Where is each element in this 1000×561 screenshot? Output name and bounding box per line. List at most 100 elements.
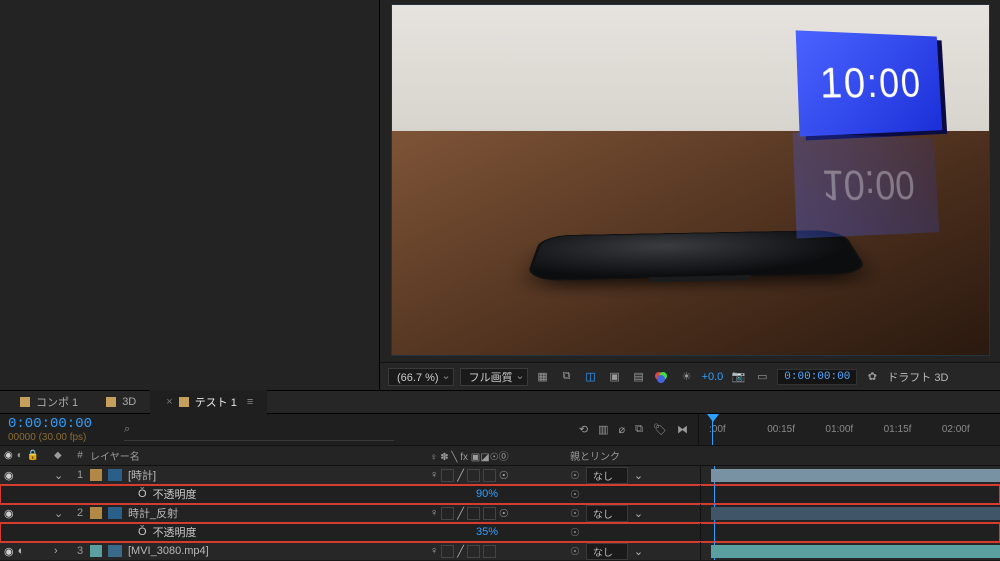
label-color[interactable] (90, 469, 102, 481)
zoom-dropdown[interactable]: (66.7 %) (388, 368, 454, 386)
resolution-dropdown[interactable]: フル画質 (460, 368, 528, 386)
comp-icon (179, 397, 189, 407)
footage-icon (108, 545, 122, 557)
layer-row-1[interactable]: ◉ ⌄ 1 [時計] ♀╱☉ ☉ なし ⌄ (0, 466, 1000, 485)
chevron-down-icon[interactable]: ⌄ (634, 469, 643, 482)
playhead[interactable] (712, 414, 713, 445)
tab-label: コンポ 1 (36, 394, 78, 410)
ruler-tick: 01:00f (825, 424, 883, 435)
ruler-tick: 02:00f (942, 424, 1000, 435)
timeline-header: 0:00:00:00 00000 (30.00 fps) ⌕ ⟲ ▥ ⌀ ⧉ 🏷… (0, 414, 1000, 446)
channel-icon[interactable]: ▤ (630, 370, 648, 383)
show-snapshot-icon[interactable]: ▭ (753, 370, 771, 383)
parent-column: 親とリンク (570, 448, 700, 463)
opacity-value[interactable]: 35% (476, 526, 498, 538)
pickwhip-icon[interactable]: ☉ (570, 545, 580, 558)
chevron-down-icon[interactable]: ⌄ (634, 507, 643, 520)
composition-viewer-panel: 10:00 10:00 (66.7 %) フル画質 ▦ ⧉ ◫ ▣ ▤ ☀ +0… (380, 0, 1000, 390)
opacity-value[interactable]: 90% (476, 488, 498, 500)
audio-toggle[interactable]: ◐ (18, 545, 25, 558)
comp-icon (106, 397, 116, 407)
comp-layer-icon (108, 507, 122, 519)
motion-blur-icon[interactable]: ⌀ (619, 423, 626, 436)
viewer-timecode[interactable]: 0:00:00:00 (777, 369, 857, 385)
exposure-value[interactable]: +0.0 (702, 371, 724, 383)
mask-icon[interactable]: ◫ (582, 370, 600, 383)
time-ruler[interactable]: :00f 00:15f 01:00f 01:15f 02:00f (698, 414, 1000, 445)
pickwhip-icon[interactable]: ☉ (570, 469, 580, 482)
color-mgmt-icon[interactable] (654, 370, 672, 384)
viewer-canvas[interactable]: 10:00 10:00 (380, 0, 1000, 362)
layer-name[interactable]: [MVI_3080.mp4] (128, 545, 209, 557)
tab-menu-icon[interactable]: ≡ (247, 396, 253, 408)
lock-column-icon[interactable]: 🔒 (27, 450, 39, 461)
tab-test1[interactable]: × テスト 1 ≡ (150, 390, 267, 414)
parent-dropdown[interactable]: なし (586, 505, 628, 522)
ruler-tick: 01:15f (884, 424, 942, 435)
shy-icon[interactable]: ⟲ (579, 423, 588, 436)
switches-column: ♀ ✽ ╲ fx ▣◪☉⓪ (430, 448, 570, 463)
label-color[interactable] (90, 507, 102, 519)
comp-layer-icon (108, 469, 122, 481)
close-icon[interactable]: × (166, 396, 172, 408)
chevron-down-icon[interactable]: ⌄ (634, 545, 643, 558)
grid-icon[interactable]: ▦ (534, 370, 552, 383)
frame-fps: 00000 (30.00 fps) (8, 432, 116, 443)
search-icon: ⌕ (124, 423, 130, 436)
visibility-column-icon[interactable]: ◉ (4, 450, 13, 461)
visibility-toggle[interactable]: ◉ (4, 545, 14, 558)
parent-dropdown[interactable]: なし (586, 467, 628, 484)
stopwatch-icon[interactable]: Ŏ (138, 526, 147, 538)
pickwhip-icon[interactable]: ☉ (570, 526, 580, 539)
layer-name-column[interactable]: レイヤー名 (90, 448, 430, 463)
snapshot-icon[interactable]: 📷 (729, 370, 747, 383)
stopwatch-icon[interactable]: Ŏ (138, 488, 147, 500)
layer-search[interactable]: ⌕ (124, 419, 394, 441)
tab-3d[interactable]: 3D (92, 390, 150, 414)
layer-number: 2 (70, 507, 90, 519)
timeline-panel: 0:00:00:00 00000 (30.00 fps) ⌕ ⟲ ▥ ⌀ ⧉ 🏷… (0, 414, 1000, 561)
layer-number: 3 (70, 545, 90, 557)
current-time[interactable]: 0:00:00:00 (8, 416, 116, 432)
layer-row-3[interactable]: ◉◐ › 3 [MVI_3080.mp4] ♀╱ ☉ なし ⌄ (0, 542, 1000, 561)
layer-row-2[interactable]: ◉ ⌄ 2 時計_反射 ♀╱☉ ☉ なし ⌄ (0, 504, 1000, 523)
opacity-property-layer2[interactable]: Ŏ 不透明度 35% ☉ (0, 523, 1000, 542)
graph-editor-icon[interactable]: ⧉ (635, 423, 643, 436)
layer-name[interactable]: 時計_反射 (128, 505, 178, 521)
tab-label: テスト 1 (195, 394, 237, 410)
render-icon[interactable]: ⧓ (677, 423, 688, 436)
column-header: ◉ ◐ 🔒 ◆ # レイヤー名 ♀ ✽ ╲ fx ▣◪☉⓪ 親とリンク (0, 446, 1000, 466)
ruler-tick: 00:15f (767, 424, 825, 435)
project-panel (0, 0, 380, 390)
label-column[interactable]: ◆ (54, 450, 70, 461)
clock-reflection: 10:00 (792, 132, 939, 238)
opacity-property-layer1[interactable]: Ŏ 不透明度 90% ☉ (0, 485, 1000, 504)
tag-icon[interactable]: 🏷 (653, 423, 667, 436)
property-name: 不透明度 (153, 486, 197, 502)
property-name: 不透明度 (153, 524, 197, 540)
visibility-toggle[interactable]: ◉ (4, 469, 14, 482)
pickwhip-icon[interactable]: ☉ (570, 507, 580, 520)
draft3d-icon[interactable]: ✿ (863, 370, 881, 383)
visibility-toggle[interactable]: ◉ (4, 507, 14, 520)
comp-icon (20, 397, 30, 407)
layer-number: 1 (70, 469, 90, 481)
label-color[interactable] (90, 545, 102, 557)
twirl-icon[interactable]: ⌄ (54, 469, 64, 482)
search-input[interactable] (136, 423, 394, 435)
twirl-icon[interactable]: › (54, 545, 64, 557)
guides-icon[interactable]: ⧉ (558, 370, 576, 383)
twirl-icon[interactable]: ⌄ (54, 507, 64, 520)
viewer-toolbar: (66.7 %) フル画質 ▦ ⧉ ◫ ▣ ▤ ☀ +0.0 📷 ▭ 0:00:… (380, 362, 1000, 390)
draft3d-label[interactable]: ドラフト 3D (887, 369, 948, 385)
frame-blend-icon[interactable]: ▥ (598, 423, 608, 436)
pickwhip-icon[interactable]: ☉ (570, 488, 580, 501)
preview-image: 10:00 10:00 (391, 4, 990, 356)
audio-column-icon[interactable]: ◐ (17, 450, 23, 461)
exposure-icon[interactable]: ☀ (678, 370, 696, 383)
tab-label: 3D (122, 396, 136, 408)
tab-comp1[interactable]: コンポ 1 (6, 390, 92, 414)
composition-tabs: コンポ 1 3D × テスト 1 ≡ (0, 390, 1000, 414)
layer-name[interactable]: [時計] (128, 467, 156, 483)
region-icon[interactable]: ▣ (606, 370, 624, 383)
